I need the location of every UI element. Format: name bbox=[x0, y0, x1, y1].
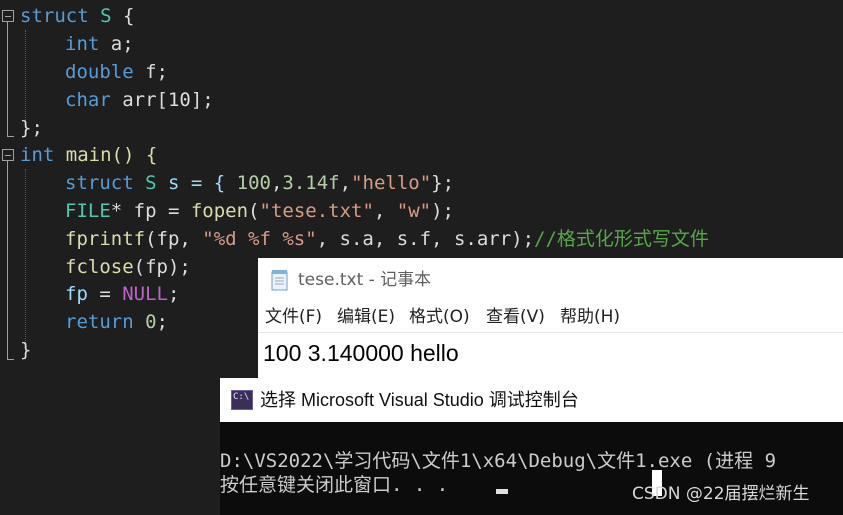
keyword: char bbox=[65, 89, 111, 111]
identifier: s = { bbox=[168, 172, 237, 194]
punct: ( bbox=[248, 200, 260, 222]
type-name: S bbox=[145, 172, 157, 194]
identifier: (fp); bbox=[133, 256, 191, 278]
string-literal: "hello" bbox=[351, 172, 432, 194]
notepad-content: 100 3.140000 hello bbox=[263, 340, 459, 366]
keyword: return bbox=[65, 311, 134, 333]
identifier: (fp, bbox=[145, 228, 203, 250]
notepad-window[interactable]: tese.txt - 记事本 文件(F) 编辑(E) 格式(O) 查看(V) 帮… bbox=[258, 258, 843, 380]
console-output-line: D:\VS2022\学习代码\文件1\x64\Debug\文件1.exe (进程… bbox=[220, 450, 777, 472]
code-line-4: char arr[10]; bbox=[65, 86, 214, 114]
menu-edit[interactable]: 编辑(E) bbox=[337, 305, 395, 329]
code-line-1: struct S { bbox=[20, 2, 134, 30]
punct: , bbox=[373, 200, 397, 222]
keyword: struct bbox=[65, 172, 134, 194]
notepad-menubar: 文件(F) 编辑(E) 格式(O) 查看(V) 帮助(H) bbox=[258, 302, 843, 332]
fold-line bbox=[7, 161, 8, 359]
string-literal: "tese.txt" bbox=[259, 200, 374, 222]
code-line-13: } bbox=[20, 336, 31, 364]
notepad-text-area[interactable]: 100 3.140000 hello bbox=[258, 332, 843, 381]
identifier: , s.a, s.f, s.arr); bbox=[316, 228, 535, 250]
identifier: arr[10]; bbox=[122, 89, 214, 111]
menu-file[interactable]: 文件(F) bbox=[265, 305, 322, 329]
fold-end bbox=[7, 359, 14, 360]
keyword: int bbox=[65, 33, 100, 55]
console-titlebar[interactable]: 选择 Microsoft Visual Studio 调试控制台 bbox=[220, 378, 843, 422]
type-name: FILE bbox=[65, 200, 111, 222]
indent-guide bbox=[25, 169, 26, 353]
identifier: f; bbox=[145, 61, 168, 83]
punct: , bbox=[339, 172, 352, 194]
code-line-6: int main() { bbox=[20, 141, 157, 169]
fold-line bbox=[7, 22, 8, 136]
notepad-title: tese.txt - 记事本 bbox=[298, 270, 432, 290]
keyword: struct bbox=[20, 5, 89, 27]
console-title: 选择 Microsoft Visual Studio 调试控制台 bbox=[260, 390, 579, 410]
function-signature: main() { bbox=[65, 144, 158, 166]
collapse-struct-icon[interactable] bbox=[2, 10, 14, 22]
notepad-icon bbox=[271, 270, 288, 291]
console-icon bbox=[231, 390, 253, 410]
type-name: S bbox=[100, 5, 112, 27]
code-line-5: }; bbox=[20, 114, 43, 142]
punct: ); bbox=[431, 200, 454, 222]
code-line-7: struct S s = { 100,3.14f,"hello"}; bbox=[65, 169, 454, 197]
brace: } bbox=[20, 339, 32, 361]
console-output-line: 按任意键关闭此窗口. . . bbox=[220, 474, 449, 496]
code-line-10: fclose(fp); bbox=[65, 253, 191, 281]
brace: }; bbox=[20, 117, 43, 139]
code-line-9: fprintf(fp, "%d %f %s", s.a, s.f, s.arr)… bbox=[65, 225, 709, 253]
punct: ; bbox=[167, 283, 180, 305]
function-name: fopen bbox=[190, 200, 249, 222]
code-line-3: double f; bbox=[65, 58, 168, 86]
function-name: fclose bbox=[65, 256, 134, 278]
operator: = bbox=[87, 283, 123, 305]
console-cursor bbox=[496, 489, 508, 494]
keyword: double bbox=[65, 61, 134, 83]
collapse-main-icon[interactable] bbox=[2, 149, 14, 161]
menu-help[interactable]: 帮助(H) bbox=[560, 305, 620, 329]
comment: //格式化形式写文件 bbox=[534, 228, 709, 250]
menu-view[interactable]: 查看(V) bbox=[486, 305, 545, 329]
punct: ; bbox=[156, 311, 168, 333]
identifier: a; bbox=[110, 33, 134, 55]
watermark: CSDN @22届摆烂新生 bbox=[632, 484, 810, 504]
macro: NULL bbox=[122, 283, 168, 305]
code-line-11: fp = NULL; bbox=[65, 280, 179, 308]
code-line-12: return 0; bbox=[65, 308, 168, 336]
menu-format[interactable]: 格式(O) bbox=[409, 305, 470, 329]
identifier: fp bbox=[65, 283, 88, 305]
code-line-2: int a; bbox=[65, 30, 134, 58]
punct: }; bbox=[431, 172, 455, 194]
notepad-titlebar[interactable]: tese.txt - 记事本 bbox=[258, 258, 843, 302]
number-literal: 100 bbox=[236, 172, 271, 194]
number-literal: 0 bbox=[145, 311, 157, 333]
brace: { bbox=[123, 5, 135, 27]
keyword: int bbox=[20, 144, 55, 166]
identifier: * fp = bbox=[110, 200, 191, 222]
code-line-8: FILE* fp = fopen("tese.txt", "w"); bbox=[65, 197, 454, 225]
number-literal: 3.14f bbox=[282, 172, 340, 194]
string-literal: "w" bbox=[396, 200, 432, 222]
fold-end bbox=[7, 136, 14, 137]
string-literal: "%d %f %s" bbox=[202, 228, 317, 250]
punct: , bbox=[270, 172, 283, 194]
function-name: fprintf bbox=[65, 228, 146, 250]
